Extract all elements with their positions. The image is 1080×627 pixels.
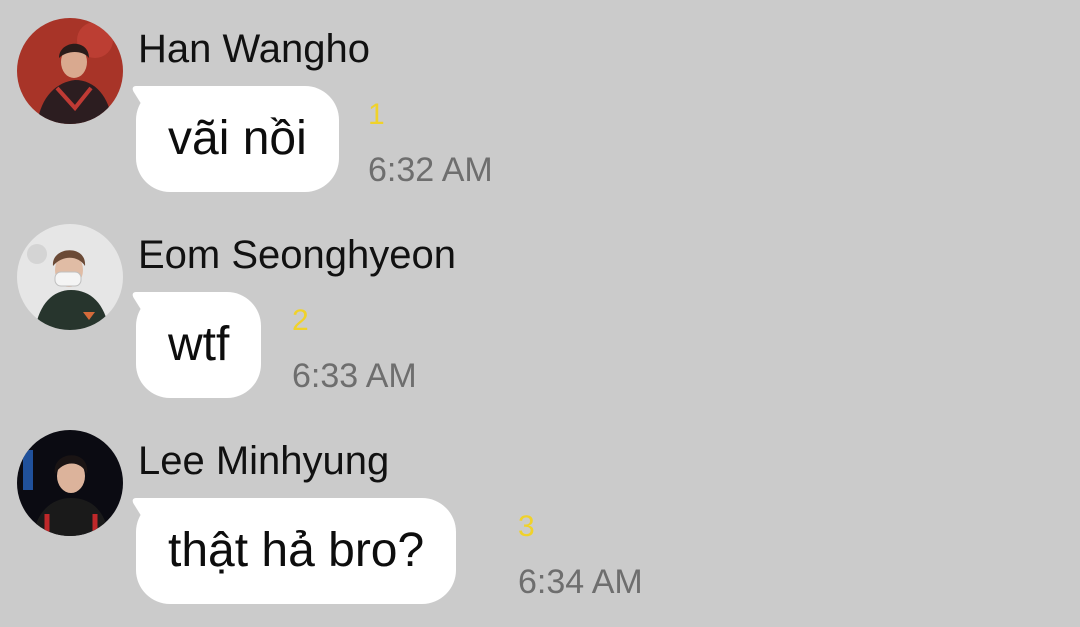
sender-name: Eom Seonghyeon [138,233,457,277]
avatar-eom-seonghyeon[interactable] [17,224,123,330]
message-timestamp: 6:33 AM [292,357,417,395]
message-timestamp: 6:32 AM [368,151,493,189]
message-text: vãi nồi [168,112,307,165]
message-bubble[interactable]: vãi nồi [136,86,339,192]
message-row: Lee Minhyung thật hả bro? 3 6:34 AM [0,412,1080,618]
chat-message-list: Han Wangho vãi nồi 1 6:32 AM Eom Seonghy… [0,0,1080,627]
message-bubble[interactable]: thật hả bro? [136,498,457,604]
avatar-han-wangho[interactable] [17,18,123,124]
message-text: thật hả bro? [168,524,425,577]
message-row: Eom Seonghyeon wtf 2 6:33 AM [0,206,1080,412]
avatar-image [17,224,123,330]
sender-name: Han Wangho [138,27,370,71]
sender-name: Lee Minhyung [138,439,390,483]
unread-count: 1 [368,98,385,131]
unread-count: 3 [518,510,535,543]
avatar-image [17,18,123,124]
message-bubble[interactable]: wtf [136,292,262,398]
avatar-image [17,430,123,536]
message-timestamp: 6:34 AM [518,563,643,601]
unread-count: 2 [292,304,309,337]
message-row: Han Wangho vãi nồi 1 6:32 AM [0,0,1080,206]
message-text: wtf [168,318,230,371]
avatar-lee-minhyung[interactable] [17,430,123,536]
